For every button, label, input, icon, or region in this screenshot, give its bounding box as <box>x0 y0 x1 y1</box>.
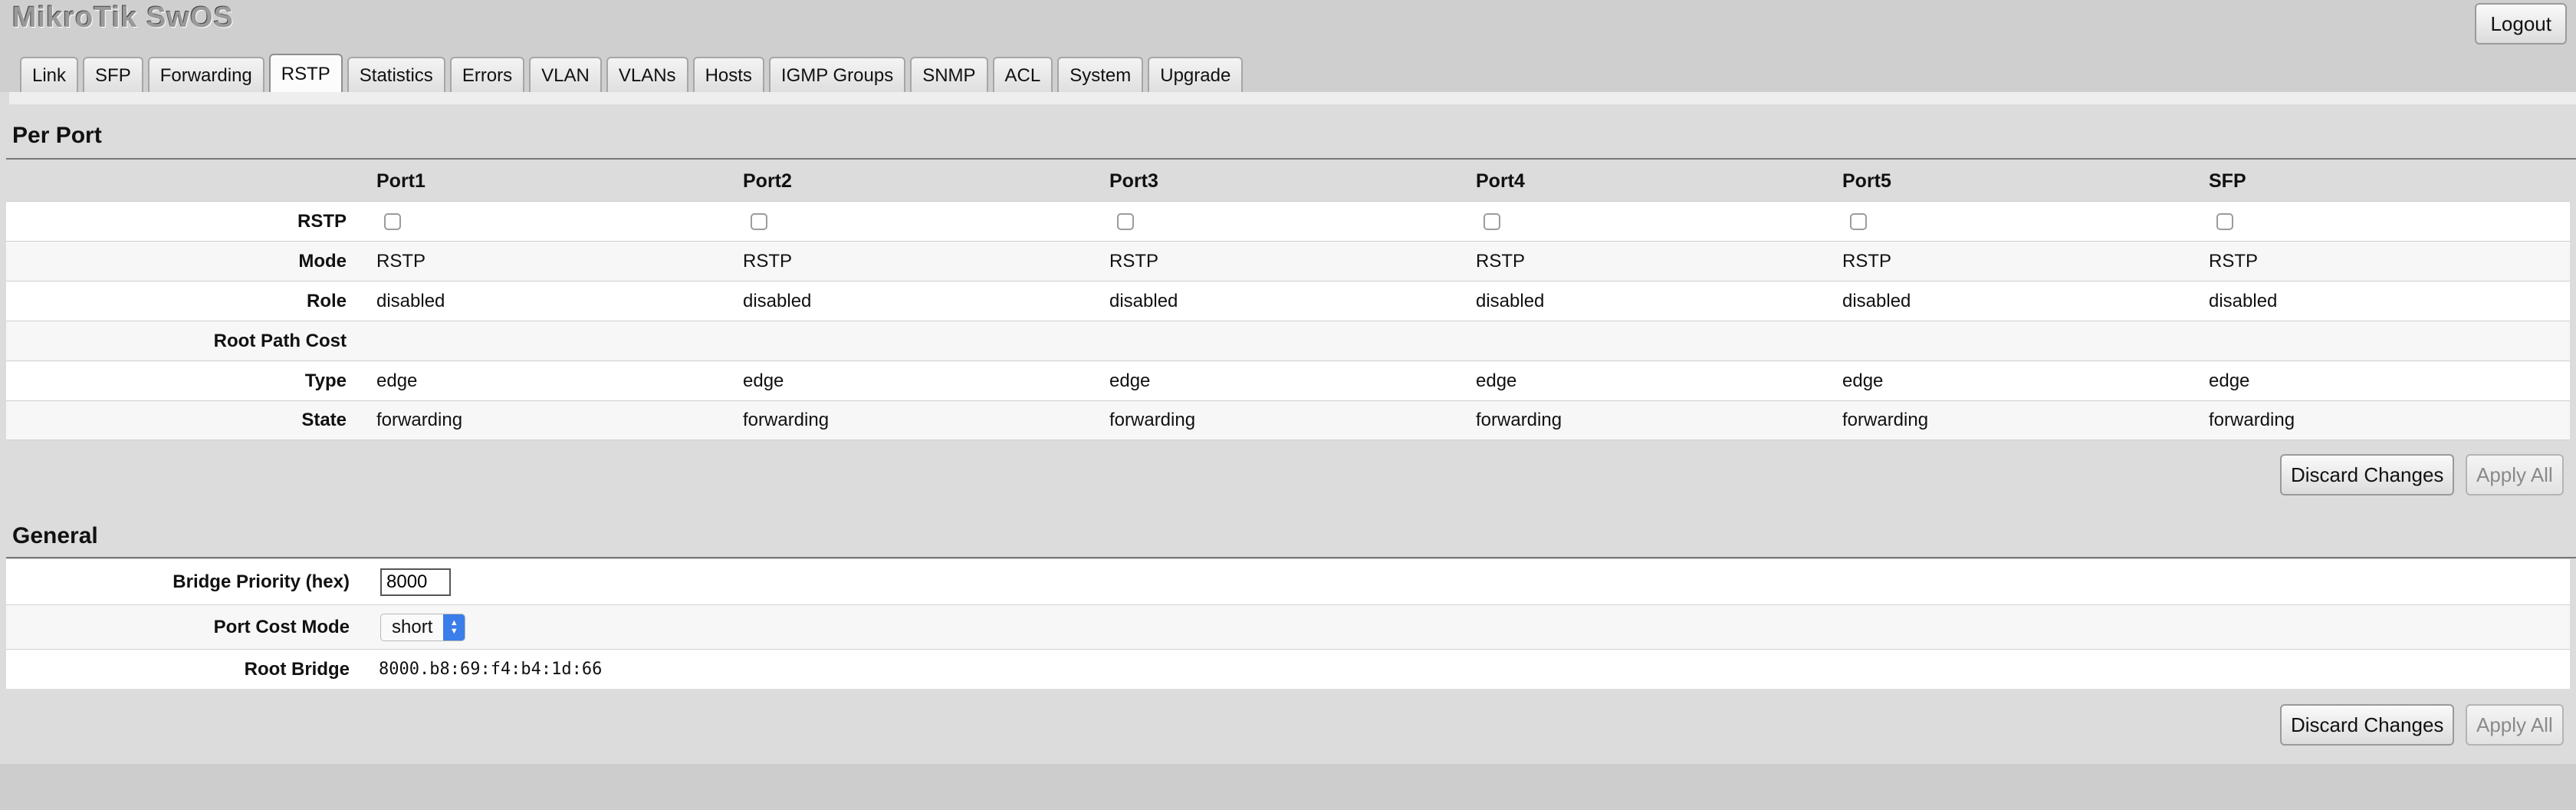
role-value: disabled <box>1476 290 1545 311</box>
tab-forwarding[interactable]: Forwarding <box>147 57 264 94</box>
type-value: edge <box>1109 370 1151 391</box>
tab-statistics[interactable]: Statistics <box>347 57 445 94</box>
port-header: Port1 <box>376 170 426 192</box>
tab-snmp[interactable]: SNMP <box>910 57 988 94</box>
rstp-cell <box>743 202 767 241</box>
state-value: forwarding <box>1842 410 1929 430</box>
port-cost-mode-row: Port Cost Mode short ▲ ▼ <box>6 604 2570 649</box>
rstp-checkbox[interactable] <box>1850 212 1867 230</box>
rstp-checkbox[interactable] <box>384 212 401 230</box>
tab-errors[interactable]: Errors <box>449 57 525 94</box>
rstp-checkbox[interactable] <box>751 212 767 230</box>
tab-bar: Link SFP Forwarding RSTP Statistics Erro… <box>20 54 1244 94</box>
state-value: forwarding <box>376 410 463 430</box>
port-header: Port2 <box>743 170 792 192</box>
root-path-cost-row: Root Path Cost <box>6 321 2570 361</box>
per-port-apply-button[interactable]: Apply All <box>2466 454 2564 496</box>
tab-sfp[interactable]: SFP <box>83 57 143 94</box>
state-value: forwarding <box>2209 410 2295 430</box>
app-title: MikroTik SwOS <box>12 2 234 34</box>
port-header: Port4 <box>1476 170 1525 192</box>
row-label: Mode <box>298 250 347 272</box>
tab-link[interactable]: Link <box>20 57 79 94</box>
tab-acl[interactable]: ACL <box>992 57 1053 94</box>
row-label: RSTP <box>297 210 347 232</box>
mode-value: RSTP <box>1842 250 1892 272</box>
root-bridge-row: Root Bridge 8000.b8:69:f4:b4:1d:66 <box>6 649 2570 689</box>
mode-value: RSTP <box>376 250 426 272</box>
footer-strip <box>0 764 2576 810</box>
role-row: Role disabled disabled disabled disabled… <box>6 281 2570 321</box>
rstp-cell <box>2209 202 2233 241</box>
mode-value: RSTP <box>1476 250 1526 272</box>
port-header: Port5 <box>1842 170 1891 192</box>
type-value: edge <box>2209 370 2250 391</box>
rstp-checkbox[interactable] <box>1484 212 1500 230</box>
state-value: forwarding <box>743 410 830 430</box>
bridge-priority-cell <box>380 559 451 604</box>
mode-value: RSTP <box>743 250 793 272</box>
type-value: edge <box>743 370 784 391</box>
tab-hosts[interactable]: Hosts <box>692 57 764 94</box>
rstp-cell <box>1109 202 1134 241</box>
port-header: Port3 <box>1109 170 1158 192</box>
row-label: Root Path Cost <box>213 330 347 351</box>
row-label: Type <box>304 370 347 391</box>
bridge-priority-label: Bridge Priority (hex) <box>172 571 350 592</box>
tab-igmp-groups[interactable]: IGMP Groups <box>768 57 906 94</box>
rstp-row: RSTP <box>6 201 2570 241</box>
tab-system[interactable]: System <box>1057 57 1144 94</box>
tab-vlans[interactable]: VLANs <box>606 57 688 94</box>
general-discard-button[interactable]: Discard Changes <box>2280 704 2455 746</box>
tab-rstp[interactable]: RSTP <box>268 54 343 94</box>
port-cost-mode-cell: short ▲ ▼ <box>380 605 466 649</box>
panel-top-strip <box>9 92 2576 104</box>
per-port-divider <box>6 158 2576 160</box>
mode-value: RSTP <box>2209 250 2259 272</box>
per-port-title: Per Port <box>12 123 102 148</box>
type-value: edge <box>376 370 418 391</box>
row-label: Role <box>306 290 347 311</box>
mode-value: RSTP <box>1109 250 1159 272</box>
role-value: disabled <box>1109 290 1178 311</box>
swos-page: MikroTik SwOS Logout Link SFP Forwarding… <box>0 0 2576 810</box>
type-row: Type edge edge edge edge edge edge <box>6 361 2570 400</box>
general-apply-button[interactable]: Apply All <box>2466 704 2564 746</box>
bridge-priority-input[interactable] <box>380 568 451 596</box>
per-port-table: Port1 Port2 Port3 Port4 Port5 SFP RSTP M… <box>6 161 2570 440</box>
role-value: disabled <box>1842 290 1911 311</box>
general-title: General <box>12 523 98 548</box>
rstp-cell <box>1476 202 1500 241</box>
port-header: SFP <box>2209 170 2246 192</box>
row-label: State <box>301 410 347 430</box>
tab-upgrade[interactable]: Upgrade <box>1148 57 1244 94</box>
per-port-discard-button[interactable]: Discard Changes <box>2280 454 2455 496</box>
root-bridge-label: Root Bridge <box>244 658 350 680</box>
general-table: Bridge Priority (hex) Port Cost Mode sho… <box>6 558 2570 689</box>
port-cost-mode-select[interactable]: short ▲ ▼ <box>380 613 466 641</box>
mode-row: Mode RSTP RSTP RSTP RSTP RSTP RSTP <box>6 241 2570 281</box>
bridge-priority-row: Bridge Priority (hex) <box>6 558 2570 604</box>
port-header-row: Port1 Port2 Port3 Port4 Port5 SFP <box>6 161 2570 201</box>
rstp-cell <box>376 202 401 241</box>
role-value: disabled <box>743 290 812 311</box>
rstp-cell <box>1842 202 1867 241</box>
main-panel: Per Port Port1 Port2 Port3 Port4 Port5 S… <box>0 92 2576 764</box>
role-value: disabled <box>376 290 445 311</box>
role-value: disabled <box>2209 290 2278 311</box>
type-value: edge <box>1476 370 1517 391</box>
tab-vlan[interactable]: VLAN <box>529 57 602 94</box>
port-cost-mode-value: short <box>392 616 433 637</box>
rstp-checkbox[interactable] <box>1117 212 1134 230</box>
chevron-updown-icon: ▲ ▼ <box>443 614 465 640</box>
port-cost-mode-label: Port Cost Mode <box>213 616 350 637</box>
state-value: forwarding <box>1476 410 1562 430</box>
root-bridge-value: 8000.b8:69:f4:b4:1d:66 <box>379 660 603 679</box>
rstp-checkbox[interactable] <box>2216 212 2233 230</box>
logout-button[interactable]: Logout <box>2475 3 2567 44</box>
state-value: forwarding <box>1109 410 1196 430</box>
state-row: State forwarding forwarding forwarding f… <box>6 400 2570 440</box>
type-value: edge <box>1842 370 1884 391</box>
